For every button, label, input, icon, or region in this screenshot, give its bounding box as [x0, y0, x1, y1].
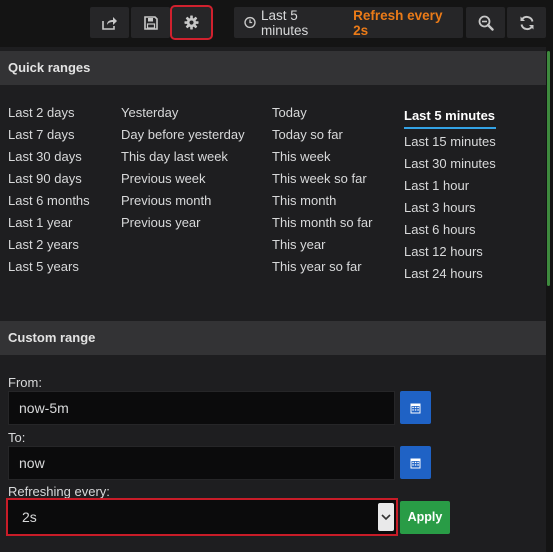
quick-range-item[interactable]: This month: [272, 190, 372, 212]
refresh-interval-select[interactable]: 2s: [6, 498, 398, 536]
quick-range-item[interactable]: Last 7 days: [8, 124, 90, 146]
panel-scrollbar[interactable]: [546, 47, 553, 552]
quick-range-item[interactable]: Last 5 years: [8, 256, 90, 278]
quick-range-item[interactable]: Last 12 hours: [404, 241, 496, 263]
zoom-out-button[interactable]: [466, 7, 505, 38]
quick-range-item[interactable]: Last 90 days: [8, 168, 90, 190]
calendar-icon: [410, 403, 421, 413]
quick-range-item[interactable]: Last 2 days: [8, 102, 90, 124]
quick-range-item[interactable]: Last 15 minutes: [404, 131, 496, 153]
from-input[interactable]: now-5m: [8, 391, 395, 425]
quick-range-item[interactable]: This year: [272, 234, 372, 256]
quick-range-item[interactable]: Last 30 minutes: [404, 153, 496, 175]
quick-ranges-column-2: Yesterday Day before yesterday This day …: [121, 102, 245, 234]
save-button[interactable]: [131, 7, 170, 38]
zoom-out-icon: [478, 15, 494, 31]
custom-range-header: Custom range: [0, 321, 546, 355]
apply-button[interactable]: Apply: [400, 501, 450, 534]
quick-ranges-column-3: Today Today so far This week This week s…: [272, 102, 372, 278]
quick-range-item[interactable]: Last 30 days: [8, 146, 90, 168]
quick-ranges-header: Quick ranges: [0, 51, 546, 85]
share-button[interactable]: [90, 7, 129, 38]
time-range-picker-button[interactable]: Last 5 minutes Refresh every 2s: [234, 7, 463, 38]
refresh-interval-value: 2s: [22, 509, 37, 525]
time-picker-panel: Quick ranges Last 2 days Last 7 days Las…: [0, 47, 546, 552]
quick-range-item[interactable]: This week: [272, 146, 372, 168]
quick-range-item[interactable]: Last 1 year: [8, 212, 90, 234]
calendar-icon: [410, 458, 421, 468]
quick-range-item[interactable]: Last 6 hours: [404, 219, 496, 241]
to-label: To:: [8, 430, 26, 445]
quick-range-item[interactable]: This week so far: [272, 168, 372, 190]
quick-ranges-column-1: Last 2 days Last 7 days Last 30 days Las…: [8, 102, 90, 278]
gear-icon: [184, 15, 199, 30]
quick-range-item[interactable]: Last 24 hours: [404, 263, 496, 285]
chevron-down-icon[interactable]: [378, 503, 394, 531]
refresh-interval-label: Refresh every 2s: [353, 7, 443, 38]
quick-range-item[interactable]: Today: [272, 102, 372, 124]
settings-button[interactable]: [170, 5, 213, 40]
quick-range-item[interactable]: Previous week: [121, 168, 245, 190]
quick-range-item[interactable]: Last 2 years: [8, 234, 90, 256]
refreshing-every-label: Refreshing every:: [8, 484, 110, 499]
time-range-label: Last 5 minutes: [261, 7, 309, 38]
quick-range-item[interactable]: This day last week: [121, 146, 245, 168]
quick-range-item-active[interactable]: Last 5 minutes: [404, 105, 496, 129]
clock-icon: [244, 16, 256, 29]
dashboard-toolbar: Last 5 minutes Refresh every 2s: [0, 0, 553, 47]
refresh-button[interactable]: [507, 7, 546, 38]
quick-range-item[interactable]: Last 1 hour: [404, 175, 496, 197]
to-input[interactable]: now: [8, 446, 395, 480]
quick-range-item[interactable]: Day before yesterday: [121, 124, 245, 146]
quick-ranges-column-4: Last 5 minutes Last 15 minutes Last 30 m…: [404, 105, 496, 285]
quick-range-item[interactable]: This month so far: [272, 212, 372, 234]
share-icon: [101, 16, 117, 30]
quick-range-item[interactable]: Yesterday: [121, 102, 245, 124]
quick-range-item[interactable]: Last 6 months: [8, 190, 90, 212]
quick-range-item[interactable]: Today so far: [272, 124, 372, 146]
refresh-icon: [520, 15, 533, 30]
quick-range-item[interactable]: Previous month: [121, 190, 245, 212]
to-calendar-button[interactable]: [400, 446, 431, 479]
from-label: From:: [8, 375, 42, 390]
quick-range-item[interactable]: This year so far: [272, 256, 372, 278]
scrollbar-thumb[interactable]: [547, 51, 550, 286]
quick-range-item[interactable]: Last 3 hours: [404, 197, 496, 219]
quick-range-item[interactable]: Previous year: [121, 212, 245, 234]
save-icon: [143, 15, 158, 30]
from-calendar-button[interactable]: [400, 391, 431, 424]
